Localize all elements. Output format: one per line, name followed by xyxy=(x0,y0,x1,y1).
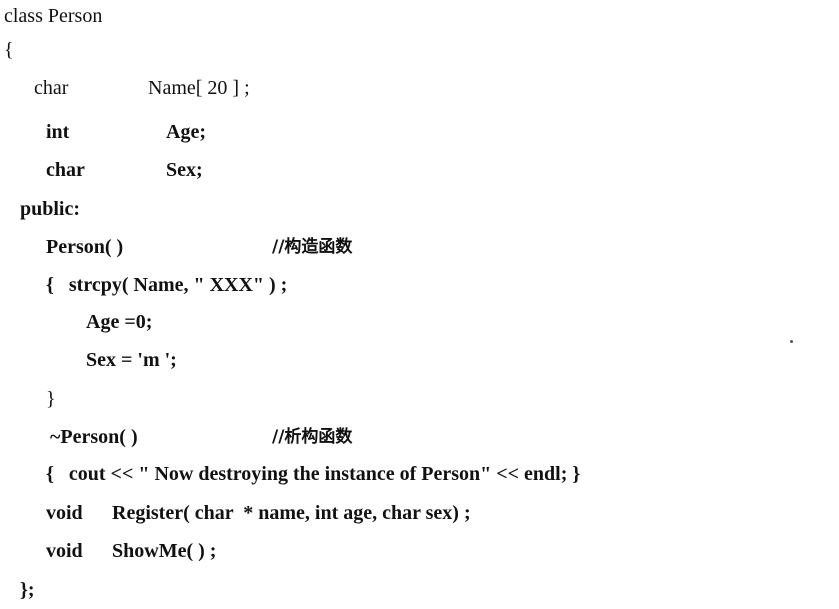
code-line: int xyxy=(46,121,70,143)
code-line: Name[ 20 ] ; xyxy=(148,77,250,99)
code-line: char xyxy=(46,159,85,181)
code-line: } xyxy=(46,388,56,410)
code-line: Person( ) xyxy=(46,236,124,258)
code-line: public: xyxy=(20,198,81,220)
code-line: char xyxy=(34,77,69,99)
code-line: Age; xyxy=(166,121,206,143)
code-line: }; xyxy=(20,579,35,601)
code-line: { xyxy=(4,39,14,61)
code-line: class Person xyxy=(4,5,103,27)
code-line: { cout << " Now destroying the instance … xyxy=(46,463,581,485)
code-line: Age =0; xyxy=(86,311,153,333)
code-line: ~Person( ) xyxy=(50,426,138,448)
code-line: { strcpy( Name, " XXX" ) ; xyxy=(46,274,288,296)
scan-speck xyxy=(790,340,793,343)
code-comment: //析构函数 xyxy=(272,427,353,447)
code-line: Sex = 'm '; xyxy=(86,349,177,371)
code-line: Sex; xyxy=(166,159,203,181)
code-comment: //构造函数 xyxy=(272,237,353,257)
code-line: Register( char * name, int age, char sex… xyxy=(112,502,471,524)
code-line: void xyxy=(46,502,83,524)
code-line: void xyxy=(46,540,83,562)
code-line: ShowMe( ) ; xyxy=(112,540,217,562)
